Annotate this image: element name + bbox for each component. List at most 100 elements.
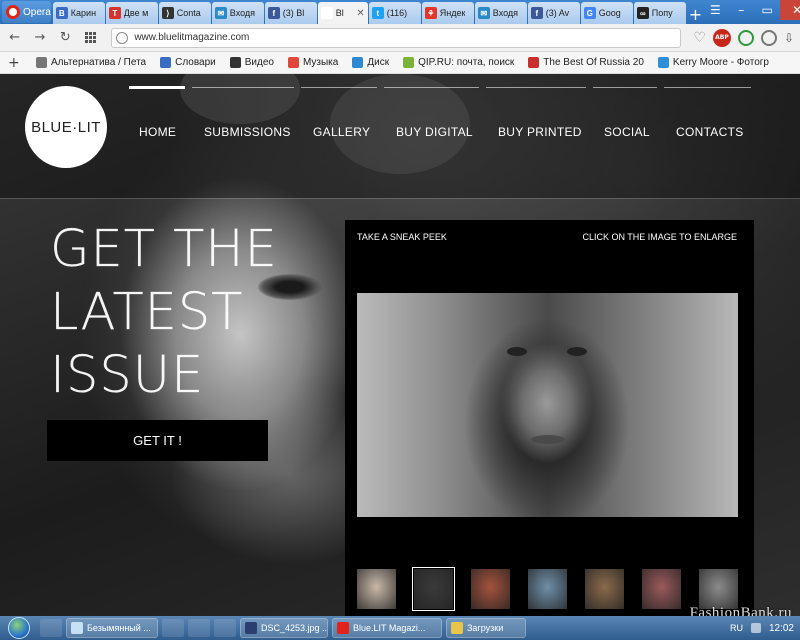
toolbar-extensions: ♡ ABP ⇩ <box>693 28 794 47</box>
taskbar-window-button[interactable]: Blue.LIT Magazi... <box>332 618 442 638</box>
eye-shape <box>567 347 587 356</box>
tab-favicon-icon: ∞ <box>636 7 649 19</box>
watermark-text: FashionBank.ru <box>689 605 792 616</box>
issue-thumbnail[interactable] <box>357 569 396 609</box>
browser-tab[interactable]: ✉ Входя <box>211 2 264 24</box>
taskbar-window-button[interactable]: DSC_4253.jpg ... <box>240 618 328 638</box>
minimize-icon[interactable]: – <box>728 0 754 20</box>
screen: Opera B Карин T Две м ⟩ Conta ✉ Входя f (3) Bl Bl ✕… <box>0 0 800 640</box>
forward-icon[interactable]: → <box>31 29 48 47</box>
nav-indicator-bars <box>0 86 800 89</box>
new-tab-button[interactable]: + <box>689 4 702 24</box>
taskbar-app-icon[interactable] <box>214 619 236 637</box>
get-it-button[interactable]: GET IT ! <box>47 420 268 461</box>
bookmark-item[interactable]: Музыка <box>287 57 338 68</box>
add-bookmark-icon[interactable]: + <box>8 55 26 71</box>
taskbar-window-icon <box>451 622 463 634</box>
browser-tab[interactable]: ✉ Входя <box>474 2 527 24</box>
bookmark-item[interactable]: Видео <box>229 57 274 68</box>
nav-bar-buy-digital <box>384 87 479 88</box>
clock[interactable]: 12:02 <box>769 623 794 634</box>
tab-title: Входя <box>229 8 256 18</box>
bookmarks-bar: + Альтернатива / Пета Словари Видео Музыка Д… <box>0 52 800 74</box>
enlarge-hint-label: CLICK ON THE IMAGE TO ENLARGE <box>582 232 737 242</box>
bookmark-heart-icon[interactable]: ♡ <box>693 30 706 46</box>
issue-thumbnail[interactable] <box>471 569 510 609</box>
issue-thumbnail[interactable] <box>699 569 738 609</box>
tab-title: Goog <box>598 8 621 18</box>
nav-bar-contacts <box>664 87 751 88</box>
back-icon[interactable]: ← <box>6 29 23 47</box>
extension-icon[interactable] <box>737 29 754 46</box>
tab-favicon-icon: f <box>267 7 280 19</box>
adblock-plus-icon[interactable]: ABP <box>712 28 731 47</box>
browser-tab[interactable]: Bl ✕ <box>317 2 368 24</box>
bookmark-favicon-icon <box>352 57 364 68</box>
issue-thumbnail[interactable] <box>528 569 567 609</box>
nav-submissions[interactable]: SUBMISSIONS <box>204 125 291 139</box>
volume-icon[interactable] <box>750 623 761 633</box>
bookmark-item[interactable]: Kerry Moore - Фотогр <box>657 57 769 68</box>
taskbar-app-icon[interactable] <box>40 619 62 637</box>
opera-menu-label: Opera <box>23 6 51 18</box>
taskbar-window-button[interactable]: Загрузки <box>446 618 526 638</box>
nav-home[interactable]: HOME <box>139 125 176 139</box>
taskbar-app-icon[interactable] <box>162 619 184 637</box>
browser-tab[interactable]: B Карин <box>52 2 105 24</box>
nav-social[interactable]: SOCIAL <box>604 125 650 139</box>
bookmark-label: QIP.RU: почта, поиск <box>418 57 515 68</box>
browser-tab[interactable]: ∞ Попу <box>633 2 686 24</box>
issue-thumbnail[interactable] <box>412 567 455 611</box>
taskbar-window-icon <box>337 622 349 634</box>
browser-tab[interactable]: G Goog <box>580 2 633 24</box>
close-window-icon[interactable]: ✕ <box>780 0 800 20</box>
nav-bar-submissions <box>192 87 294 88</box>
address-bar-row: ← → ↻ www.bluelitmagazine.com ♡ ABP ⇩ <box>0 24 800 52</box>
taskbar-window-button[interactable]: Безымянный ... <box>66 618 158 638</box>
tab-title: (116) <box>386 8 408 18</box>
tab-menu-icon[interactable]: ☰ <box>702 0 728 20</box>
language-indicator[interactable]: RU <box>730 623 743 633</box>
nav-bar-social <box>593 87 657 88</box>
browser-tab[interactable]: t (116) <box>368 2 421 24</box>
bookmark-favicon-icon <box>287 57 299 68</box>
browser-tab[interactable]: T Две м <box>105 2 158 24</box>
nav-contacts[interactable]: CONTACTS <box>676 125 744 139</box>
sync-icon[interactable] <box>760 29 777 46</box>
taskbar-window-icon <box>245 622 257 634</box>
maximize-icon[interactable]: ▭ <box>754 0 780 20</box>
tab-title: Яндек <box>439 8 466 18</box>
taskbar-window-list: Безымянный ... DSC_4253.jpg ... Blue.LIT M… <box>64 618 528 638</box>
bookmark-item[interactable]: Альтернатива / Пета <box>36 57 146 68</box>
bookmark-item[interactable]: QIP.RU: почта, поиск <box>403 57 514 68</box>
issue-thumbnail[interactable] <box>585 569 624 609</box>
close-tab-icon[interactable]: ✕ <box>356 8 364 19</box>
address-field[interactable]: www.bluelitmagazine.com <box>111 27 682 48</box>
bookmark-favicon-icon <box>160 57 172 68</box>
bookmark-item[interactable]: The Best Of Russia 20 <box>528 57 644 68</box>
preview-main-image[interactable] <box>357 293 738 517</box>
bookmark-item[interactable]: Диск <box>352 57 389 68</box>
reload-icon[interactable]: ↻ <box>57 29 74 47</box>
window-controls: ☰ – ▭ ✕ <box>702 0 800 20</box>
taskbar-window-label: Загрузки <box>467 623 504 633</box>
nav-buy-printed[interactable]: BUY PRINTED <box>498 125 582 139</box>
bookmark-item[interactable]: Словари <box>160 57 216 68</box>
browser-tab[interactable]: f (3) Bl <box>264 2 317 24</box>
nav-gallery[interactable]: GALLERY <box>313 125 370 139</box>
speed-dial-icon[interactable] <box>82 29 99 47</box>
bookmark-favicon-icon <box>528 57 540 68</box>
browser-tab[interactable]: ⚘ Яндек <box>421 2 474 24</box>
lips-shape <box>531 435 565 444</box>
download-icon[interactable]: ⇩ <box>784 31 794 45</box>
issue-thumbnail[interactable] <box>642 569 681 609</box>
taskbar-app-icon[interactable] <box>188 619 210 637</box>
site-info-icon[interactable] <box>116 31 129 44</box>
nav-buy-digital[interactable]: BUY DIGITAL <box>396 125 473 139</box>
browser-tab[interactable]: f (3) Av <box>527 2 580 24</box>
opera-menu-button[interactable]: Opera <box>2 1 51 23</box>
tab-title: Bl <box>335 8 344 18</box>
browser-tab[interactable]: ⟩ Conta <box>158 2 211 24</box>
start-button[interactable] <box>0 616 38 640</box>
nav-bar-home <box>129 86 185 89</box>
